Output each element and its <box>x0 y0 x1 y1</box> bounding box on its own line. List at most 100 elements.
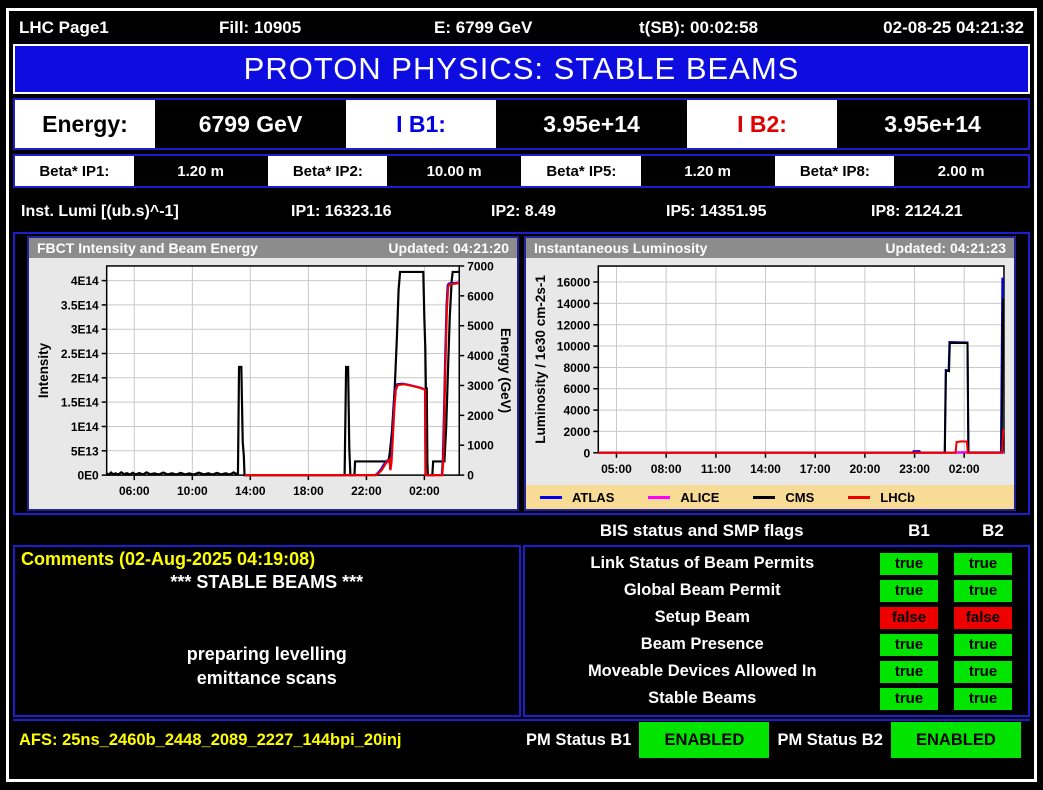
fbct-chart-panel: FBCT Intensity and Beam Energy Updated: … <box>27 236 519 511</box>
bis-col-b2: B2 <box>982 521 1004 540</box>
bis-row-label: Setup Beam <box>654 608 750 626</box>
pm-status-b2-label: PM Status B2 <box>777 730 883 749</box>
beta-star-row: Beta* IP1: 1.20 m Beta* IP2: 10.00 m Bet… <box>13 154 1030 188</box>
inst-lumi-title: Inst. Lumi [(ub.s)^-1] <box>21 203 179 220</box>
svg-text:11:00: 11:00 <box>701 462 731 476</box>
svg-text:20:00: 20:00 <box>849 462 880 476</box>
lumi-chart-titlebar: Instantaneous Luminosity Updated: 04:21:… <box>526 238 1014 259</box>
svg-text:Luminosity / 1e30 cm-2s-1: Luminosity / 1e30 cm-2s-1 <box>533 275 548 444</box>
svg-text:3000: 3000 <box>467 379 494 393</box>
svg-text:12000: 12000 <box>557 319 591 333</box>
beta-ip5-value: 1.20 m <box>684 162 731 180</box>
lumi-chart-updated: Updated: 04:21:23 <box>885 240 1006 257</box>
flag-b2: true <box>954 552 1012 575</box>
beta-ip2: Beta* IP2: 10.00 m <box>268 156 522 186</box>
svg-text:8000: 8000 <box>563 361 590 375</box>
svg-text:14:00: 14:00 <box>235 484 266 498</box>
svg-text:4E14: 4E14 <box>71 274 99 288</box>
svg-text:1E14: 1E14 <box>71 420 99 434</box>
pm-status-b1-value: ENABLED <box>639 722 770 758</box>
bis-row: Moveable Devices Allowed In true true <box>525 660 1028 683</box>
legend-item-atlas: ATLAS <box>540 490 614 505</box>
status-banner-text: PROTON PHYSICS: STABLE BEAMS <box>243 51 800 86</box>
energy-label: Energy: <box>15 100 155 148</box>
bis-row: Beam Presence true true <box>525 633 1028 656</box>
svg-text:4000: 4000 <box>563 404 590 418</box>
beta-ip8: Beta* IP8: 2.00 m <box>775 156 1029 186</box>
lumi-ip5: IP5: 14351.95 <box>666 203 767 220</box>
afs-scheme: AFS: 25ns_2460b_2448_2089_2227_144bpi_20… <box>19 730 402 749</box>
bis-row-label: Beam Presence <box>640 635 764 653</box>
beta-ip1-value: 1.20 m <box>177 162 224 180</box>
lumi-chart: 05:00 08:00 11:00 14:00 17:00 20:00 23:00 02:00… <box>533 265 1005 476</box>
charts-section: FBCT Intensity and Beam Energy Updated: … <box>13 232 1030 515</box>
flag-b2: true <box>954 579 1012 602</box>
svg-text:05:00: 05:00 <box>601 462 632 476</box>
svg-text:10:00: 10:00 <box>177 484 208 498</box>
lumi-ip1: IP1: 16323.16 <box>291 203 392 220</box>
flag-b1: true <box>880 552 938 575</box>
fbct-chart-body: 06:00 10:00 14:00 18:00 22:00 02:00 0E0 5E13 1E1… <box>29 258 517 509</box>
legend-label: ALICE <box>680 489 720 505</box>
svg-text:1000: 1000 <box>467 439 494 453</box>
pm-status-b2-value: ENABLED <box>890 722 1021 758</box>
beta-ip2-label: Beta* IP2: <box>268 156 388 186</box>
svg-text:0E0: 0E0 <box>77 469 99 483</box>
beta-ip1-label: Beta* IP1: <box>15 156 134 186</box>
svg-text:17:00: 17:00 <box>800 462 831 476</box>
svg-text:02:00: 02:00 <box>949 462 980 476</box>
legend-line-icon <box>753 495 776 499</box>
bottom-section: Comments (02-Aug-2025 04:19:08) *** STAB… <box>13 545 1030 717</box>
lumi-chart-body: 05:00 08:00 11:00 14:00 17:00 20:00 23:00 02:00… <box>526 258 1014 485</box>
flag-b2: false <box>954 606 1012 629</box>
legend-label: LHCb <box>880 489 915 505</box>
svg-text:14:00: 14:00 <box>750 462 781 476</box>
bis-header-row: BIS status and SMP flags B1 B2 <box>13 517 1030 545</box>
datetime: 02-08-25 04:21:32 <box>883 18 1024 37</box>
fbct-chart: 06:00 10:00 14:00 18:00 22:00 02:00 0E0 5E13 1E1… <box>36 259 513 498</box>
energy-intensity-row: Energy: 6799 GeV I B1: 3.95e+14 I B2: 3.… <box>13 98 1030 150</box>
beta-ip2-value: 10.00 m <box>426 162 482 180</box>
svg-text:0: 0 <box>467 469 474 483</box>
bis-header-title: BIS status and SMP flags <box>599 521 804 540</box>
flag-b1: true <box>880 687 938 710</box>
intensity-b2-label: I B2: <box>687 100 837 148</box>
beta-ip1: Beta* IP1: 1.20 m <box>15 156 269 186</box>
svg-text:14000: 14000 <box>557 297 591 311</box>
fill-number: Fill: 10905 <box>219 18 302 37</box>
bis-row: Stable Beams true true <box>525 687 1028 710</box>
inst-lumi-row: Inst. Lumi [(ub.s)^-1] IP1: 16323.16 IP2… <box>13 192 1030 232</box>
svg-text:18:00: 18:00 <box>293 484 324 498</box>
comments-panel: Comments (02-Aug-2025 04:19:08) *** STAB… <box>13 545 521 717</box>
page-title: LHC Page1 <box>19 18 109 37</box>
beta-ip5: Beta* IP5: 1.20 m <box>522 156 776 186</box>
time-in-stable-beams: t(SB): 00:02:58 <box>639 18 759 37</box>
svg-text:7000: 7000 <box>467 259 494 273</box>
flag-b2: true <box>954 633 1012 656</box>
beta-ip5-label: Beta* IP5: <box>522 156 641 186</box>
bis-row: Setup Beam false false <box>525 606 1028 629</box>
legend-item-cms: CMS <box>753 490 814 505</box>
flag-b1: false <box>880 606 938 629</box>
bis-row-label: Stable Beams <box>648 689 757 707</box>
pm-status-b1-label: PM Status B1 <box>526 730 632 749</box>
energy-value: 6799 GeV <box>198 110 303 137</box>
svg-text:0: 0 <box>584 447 591 461</box>
flag-b2: true <box>954 687 1012 710</box>
beta-ip8-label: Beta* IP8: <box>775 156 895 186</box>
svg-text:2E14: 2E14 <box>71 371 99 385</box>
svg-text:2000: 2000 <box>467 409 494 423</box>
svg-text:06:00: 06:00 <box>119 484 150 498</box>
svg-text:02:00: 02:00 <box>409 484 440 498</box>
bis-panel: Link Status of Beam Permits true true Globa… <box>522 545 1030 717</box>
beam-energy: E: 6799 GeV <box>434 18 533 37</box>
svg-text:4000: 4000 <box>467 349 494 363</box>
intensity-b1-value: 3.95e+14 <box>543 110 640 137</box>
svg-text:1.5E14: 1.5E14 <box>61 396 99 410</box>
bis-row: Global Beam Permit true true <box>525 579 1028 602</box>
legend-line-icon <box>648 495 671 499</box>
svg-text:10000: 10000 <box>557 340 591 354</box>
intensity-b1-label: I B1: <box>346 100 496 148</box>
bis-row-label: Moveable Devices Allowed In <box>587 662 817 680</box>
comments-body: *** STABLE BEAMS *** preparing levelling… <box>170 572 364 688</box>
